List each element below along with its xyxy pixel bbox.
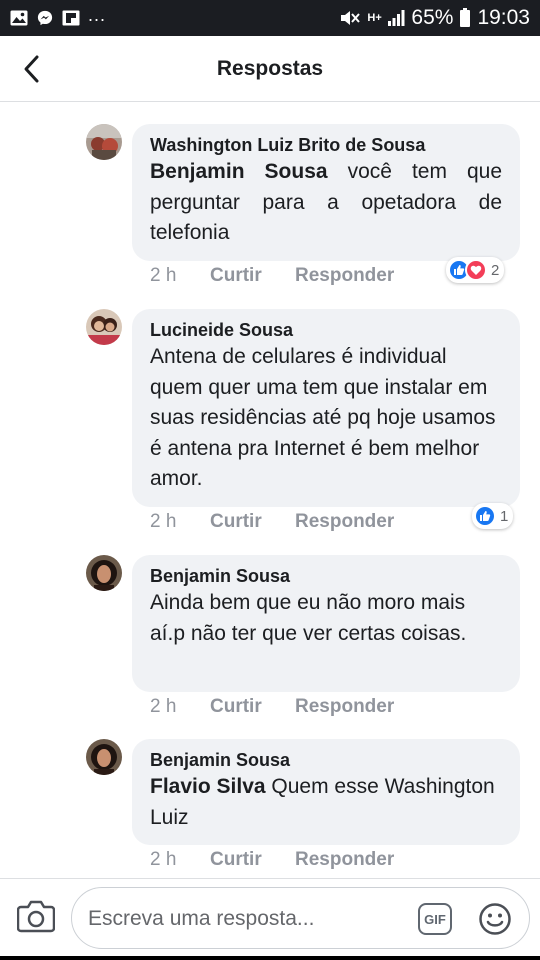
comment-bubble[interactable]: Benjamin Sousa Flavio Silva Quem esse Wa… xyxy=(132,739,520,845)
battery-icon xyxy=(460,8,471,27)
network-type: H+ xyxy=(367,12,382,24)
avatar[interactable] xyxy=(86,309,122,345)
mention-link[interactable]: Flavio Silva xyxy=(150,775,266,798)
comment-actions: 2 h Curtir Responder xyxy=(150,696,394,718)
reply-button[interactable]: Responder xyxy=(295,849,394,871)
like-button[interactable]: Curtir xyxy=(210,265,295,287)
comment-text: Ainda bem que eu não moro mais aí.p não … xyxy=(150,591,467,645)
reply-button[interactable]: Responder xyxy=(295,696,394,718)
comment-actions: 2 h Curtir Responder xyxy=(150,265,394,287)
page-title: Respostas xyxy=(216,56,324,80)
signal-icon xyxy=(388,10,405,26)
chevron-left-icon xyxy=(24,55,39,83)
avatar[interactable] xyxy=(86,555,122,591)
top-bar: Respostas xyxy=(0,36,540,102)
like-button[interactable]: Curtir xyxy=(210,696,295,718)
comment-bubble[interactable]: Washington Luiz Brito de Sousa Benjamin … xyxy=(132,124,520,261)
like-button[interactable]: Curtir xyxy=(210,511,295,533)
reply-button[interactable]: Responder xyxy=(295,511,394,533)
avatar[interactable] xyxy=(86,124,122,160)
comment-time[interactable]: 2 h xyxy=(150,265,210,287)
mention-link[interactable]: Benjamin Sousa xyxy=(150,160,328,183)
comment-time[interactable]: 2 h xyxy=(150,511,210,533)
avatar-image xyxy=(86,555,122,591)
comment-text: Flavio Silva Quem esse Washington Luiz xyxy=(150,772,502,833)
system-status: H+ 65% 19:03 xyxy=(339,6,530,30)
like-button[interactable]: Curtir xyxy=(210,849,295,871)
comment-author[interactable]: Washington Luiz Brito de Sousa xyxy=(150,133,502,157)
status-bar: ... H+ 65% 19:03 xyxy=(0,0,540,36)
avatar-image xyxy=(86,124,122,160)
comment-bubble[interactable]: Benjamin Sousa Ainda bem que eu não moro… xyxy=(132,555,520,692)
love-reaction-icon xyxy=(465,259,487,281)
avatar[interactable] xyxy=(86,739,122,775)
reaction-count: 1 xyxy=(500,507,509,525)
replies-thread[interactable]: Washington Luiz Brito de Sousa Benjamin … xyxy=(0,103,540,878)
avatar-image xyxy=(86,739,122,775)
like-reaction-icon xyxy=(474,505,496,527)
comment-author[interactable]: Benjamin Sousa xyxy=(150,748,502,772)
battery-percent: 65% xyxy=(411,6,454,29)
notification-icons: ... xyxy=(10,5,106,26)
gallery-icon xyxy=(10,10,28,26)
mute-icon xyxy=(341,11,361,25)
comment-text: Benjamin Sousa você tem que perguntar pa… xyxy=(150,157,502,249)
comment-author[interactable]: Lucineide Sousa xyxy=(150,318,502,342)
reply-composer: GIF xyxy=(0,878,540,956)
reaction-summary[interactable]: 1 xyxy=(472,503,514,529)
reaction-summary[interactable]: 2 xyxy=(446,257,505,283)
smiley-icon xyxy=(479,903,511,935)
comment-actions: 2 h Curtir Responder xyxy=(150,849,394,871)
back-button[interactable] xyxy=(14,50,50,88)
more-notifications: ... xyxy=(88,4,107,25)
flipboard-icon xyxy=(62,10,80,26)
messenger-icon xyxy=(37,10,53,26)
comment-time[interactable]: 2 h xyxy=(150,696,210,718)
camera-button[interactable] xyxy=(16,899,56,933)
system-nav-bar xyxy=(0,956,540,960)
camera-icon xyxy=(16,900,56,933)
reply-input-container: GIF xyxy=(71,887,530,949)
gif-button[interactable]: GIF xyxy=(418,903,452,935)
comment-author[interactable]: Benjamin Sousa xyxy=(150,564,502,588)
avatar-image xyxy=(86,309,122,345)
reply-button[interactable]: Responder xyxy=(295,265,394,287)
comment-actions: 2 h Curtir Responder xyxy=(150,511,394,533)
emoji-button[interactable] xyxy=(478,902,512,936)
reaction-count: 2 xyxy=(491,261,500,279)
comment-time[interactable]: 2 h xyxy=(150,849,210,871)
comment-bubble[interactable]: Lucineide Sousa Antena de celulares é in… xyxy=(132,309,520,507)
comment-text: Antena de celulares é individual quem qu… xyxy=(150,345,496,490)
reply-input[interactable] xyxy=(88,900,398,938)
clock: 19:03 xyxy=(477,6,530,29)
